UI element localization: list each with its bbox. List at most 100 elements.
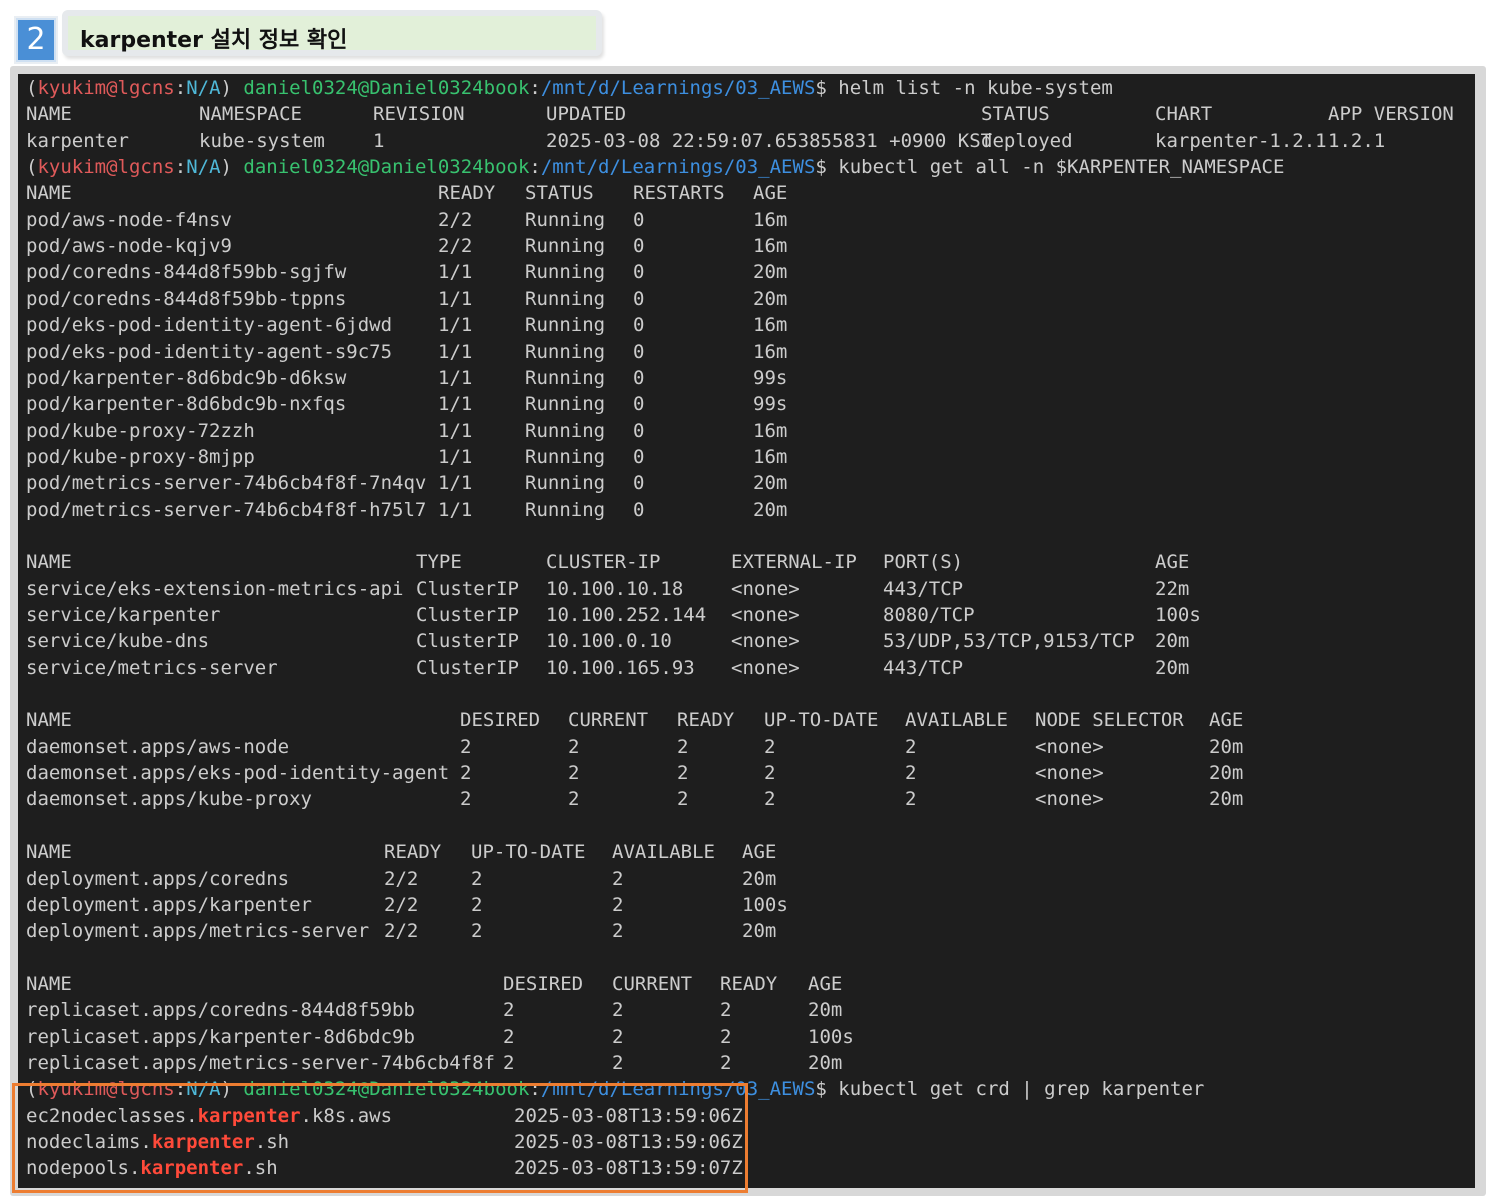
prompt-dollar: $ bbox=[815, 156, 839, 179]
table-cell: daemonset.apps/aws-node bbox=[26, 735, 290, 758]
column-header: CHART bbox=[1155, 103, 1213, 126]
table-cell: Running bbox=[525, 393, 606, 416]
table-cell: 100s bbox=[742, 893, 788, 916]
table-cell: 16m bbox=[753, 208, 788, 231]
table-cell: 0 bbox=[633, 287, 645, 310]
table-cell: deployment.apps/coredns bbox=[26, 867, 290, 890]
table-cell: 2 bbox=[764, 735, 776, 758]
column-header: TYPE bbox=[416, 551, 462, 574]
table-cell: 16m bbox=[753, 419, 788, 442]
terminal-output[interactable]: (kyukim@lgcns:N/A) daniel0324@Daniel0324… bbox=[18, 74, 1475, 1188]
column-header: CURRENT bbox=[568, 709, 649, 732]
table-cell: 2 bbox=[503, 1051, 515, 1074]
table-cell: 0 bbox=[633, 498, 645, 521]
table-cell: pod/kube-proxy-8mjpp bbox=[26, 445, 255, 468]
table-cell: 0 bbox=[633, 419, 645, 442]
table-cell: karpenter-1.2.1 bbox=[1155, 129, 1327, 152]
column-header: APP VERSION bbox=[1328, 103, 1454, 126]
table-cell: 1.2.1 bbox=[1328, 129, 1386, 152]
table-cell: service/metrics-server bbox=[26, 656, 278, 679]
table-cell: <none> bbox=[731, 630, 800, 653]
crd-created-at: 2025-03-08T13:59:06Z bbox=[514, 1131, 743, 1153]
table-cell: service/eks-extension-metrics-api bbox=[26, 577, 404, 600]
table-cell: 2 bbox=[612, 893, 624, 916]
table-cell: <none> bbox=[731, 577, 800, 600]
table-cell: 1/1 bbox=[438, 498, 473, 521]
prompt-separator: : bbox=[174, 1078, 187, 1101]
table-cell: service/kube-dns bbox=[26, 630, 210, 653]
table-cell: 20m bbox=[808, 1051, 843, 1074]
column-header: UP-TO-DATE bbox=[471, 841, 586, 864]
column-header: NAME bbox=[26, 972, 72, 995]
table-cell: 20m bbox=[742, 867, 777, 890]
table-cell: 2 bbox=[905, 735, 917, 758]
prompt-host: daniel0324@Daniel0324book bbox=[243, 77, 530, 99]
prompt-line: (kyukim@lgcns:N/A) daniel0324@Daniel0324… bbox=[26, 1076, 1204, 1102]
prompt-paren: ) bbox=[220, 156, 244, 179]
column-header: NAME bbox=[26, 103, 72, 126]
table-cell: 1/1 bbox=[438, 261, 473, 284]
table-cell: pod/metrics-server-74b6cb4f8f-h75l7 bbox=[26, 498, 427, 521]
table-cell: 20m bbox=[753, 498, 788, 521]
column-header: AVAILABLE bbox=[905, 709, 1008, 732]
column-header: NAME bbox=[26, 841, 72, 864]
table-cell: pod/coredns-844d8f59bb-tppns bbox=[26, 287, 347, 310]
column-header: AVAILABLE bbox=[612, 841, 715, 864]
column-header: UP-TO-DATE bbox=[764, 709, 879, 732]
table-cell: 8080/TCP bbox=[883, 604, 975, 626]
section-title-box: karpenter 설치 정보 확인 bbox=[62, 10, 602, 56]
table-cell: 1/1 bbox=[438, 472, 473, 495]
table-cell: 2 bbox=[471, 893, 483, 916]
prompt-paren: ) bbox=[220, 77, 244, 99]
table-cell: 2 bbox=[460, 788, 472, 811]
column-header: REVISION bbox=[373, 103, 465, 126]
prompt-dollar: $ bbox=[815, 77, 839, 99]
table-cell: 2 bbox=[612, 999, 624, 1022]
table-cell: pod/metrics-server-74b6cb4f8f-7n4qv bbox=[26, 472, 427, 495]
table-cell: 2/2 bbox=[384, 893, 419, 916]
table-cell: 20m bbox=[808, 999, 843, 1022]
table-cell: Running bbox=[525, 314, 606, 337]
grep-match: karpenter bbox=[140, 1157, 244, 1180]
table-cell: 2 bbox=[460, 735, 472, 758]
column-header: READY bbox=[677, 709, 735, 732]
table-cell: 2 bbox=[905, 762, 917, 785]
table-cell: 2 bbox=[471, 920, 483, 943]
prompt-path: /mnt/d/Learnings/03_AEWS bbox=[540, 156, 816, 179]
table-cell: deployed bbox=[981, 129, 1073, 152]
crd-created-at: 2025-03-08T13:59:06Z bbox=[514, 1104, 743, 1127]
table-cell: <none> bbox=[1035, 735, 1104, 758]
column-header: DESIRED bbox=[503, 972, 584, 995]
section-title: karpenter 설치 정보 확인 bbox=[80, 28, 348, 53]
prompt-dollar: $ bbox=[815, 1078, 839, 1101]
table-cell: Running bbox=[525, 366, 606, 389]
table-cell: 2 bbox=[612, 867, 624, 890]
table-cell: 2/2 bbox=[384, 920, 419, 943]
table-cell: 20m bbox=[1155, 630, 1190, 653]
prompt-host: daniel0324@Daniel0324book bbox=[243, 1078, 530, 1101]
table-cell: <none> bbox=[731, 604, 800, 626]
column-header: AGE bbox=[753, 182, 788, 205]
table-cell: 0 bbox=[633, 340, 645, 363]
table-cell: 10.100.0.10 bbox=[546, 630, 672, 653]
command-text: kubectl get all -n $KARPENTER_NAMESPACE bbox=[838, 156, 1285, 179]
column-header: READY bbox=[384, 841, 442, 864]
table-cell: 2/2 bbox=[438, 208, 473, 231]
table-cell: 443/TCP bbox=[883, 577, 964, 600]
column-header: AGE bbox=[742, 841, 777, 864]
table-cell: 20m bbox=[753, 287, 788, 310]
table-cell: 443/TCP bbox=[883, 656, 964, 679]
table-cell: 16m bbox=[753, 314, 788, 337]
table-cell: 2 bbox=[764, 788, 776, 811]
table-cell: pod/karpenter-8d6bdc9b-nxfqs bbox=[26, 393, 347, 416]
table-cell: Running bbox=[525, 419, 606, 442]
table-cell: 16m bbox=[753, 235, 788, 258]
prompt-context: N/A bbox=[186, 156, 221, 179]
column-header: RESTARTS bbox=[633, 182, 725, 205]
prompt-separator: : bbox=[174, 77, 187, 99]
table-cell: ClusterIP bbox=[416, 656, 519, 679]
prompt-paren: ( bbox=[26, 77, 38, 99]
prompt-colon: : bbox=[529, 77, 541, 99]
table-cell: 1 bbox=[373, 129, 385, 152]
table-cell: kube-system bbox=[199, 129, 325, 152]
